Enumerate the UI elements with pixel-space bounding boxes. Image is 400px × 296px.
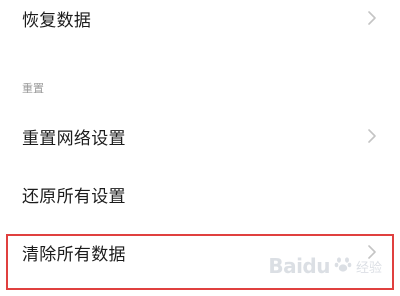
restore-data-item[interactable]: 恢复数据	[0, 0, 400, 36]
erase-all-data-label: 清除所有数据	[22, 244, 126, 265]
reset-network-settings-label: 重置网络设置	[22, 128, 126, 149]
chevron-right-icon	[366, 127, 378, 145]
reset-network-settings-item[interactable]: 重置网络设置	[0, 114, 400, 158]
settings-screen: 恢复数据 重置 重置网络设置 还原所有设置 清除所有数据 Baidu 经验	[0, 0, 400, 296]
restore-all-settings-item[interactable]: 还原所有设置	[0, 172, 400, 216]
chevron-right-icon	[366, 243, 378, 261]
restore-data-label: 恢复数据	[22, 10, 92, 31]
chevron-right-icon	[366, 9, 378, 27]
erase-all-data-item[interactable]: 清除所有数据	[0, 230, 400, 274]
restore-all-settings-label: 还原所有设置	[22, 186, 126, 207]
section-header-reset: 重置	[22, 82, 44, 95]
